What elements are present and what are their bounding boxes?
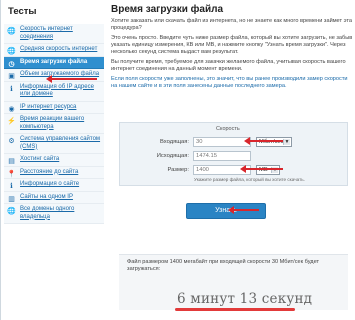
speed-legend: Скорость xyxy=(216,126,240,132)
size-unit-select[interactable]: MB ▼ xyxy=(256,165,280,175)
sidebar-item-label: Время реакции вашего компьютера xyxy=(20,116,85,130)
outgoing-label: Исходящая: xyxy=(156,153,189,159)
sidebar-item-label: IP интернет ресурса xyxy=(20,103,77,110)
sidebar-item-label: Расстояние до сайта xyxy=(20,168,79,175)
result-box: Файл размером 1400 мегабайт при входящей… xyxy=(119,254,348,311)
sidebar-item-label: Все домены одного владельца xyxy=(20,206,75,220)
sidebar-item-label: Система управления сайтом (CMS) xyxy=(20,136,101,150)
sidebar-item[interactable]: ⚡ Время реакции вашего компьютера xyxy=(4,114,104,134)
sidebar-item-label: Хостинг сайта xyxy=(20,156,60,162)
result-time: 6 минут 13 секунд xyxy=(177,291,313,307)
lightning-icon: ⚡ xyxy=(7,118,16,125)
sidebar-item[interactable]: 🌐 Средняя скорость интернет xyxy=(4,44,104,57)
outgoing-row: Исходящая: 1474.15 xyxy=(120,151,349,162)
incoming-speed-input[interactable]: 30 xyxy=(193,137,251,147)
highlight-underline xyxy=(175,308,295,311)
annotation-arrow-speed xyxy=(244,137,283,145)
sidebar-item-label: Информация о сайте xyxy=(20,181,80,187)
sidebar-item-label: Скорость интернет соединения xyxy=(20,26,73,40)
pin-icon: 📍 xyxy=(7,170,16,178)
intro-paragraph-2: Это очень просто. Введите чуть ниже разм… xyxy=(111,35,353,55)
sidebar-item[interactable]: ◷ Время загрузки файла xyxy=(4,56,104,69)
annotation-arrow-menu xyxy=(46,75,97,83)
intro-text: Хотите заказать или скачать файл из инте… xyxy=(111,18,353,90)
annotation-arrow-button xyxy=(228,206,259,214)
sidebar-item-label: Средняя скорость интернет xyxy=(20,46,98,52)
intro-paragraph-4: Если поля скорости уже заполнены, это зн… xyxy=(111,76,348,89)
page-title: Время загрузки файла xyxy=(111,4,224,15)
sidebar-item[interactable]: ▤ Хостинг сайта xyxy=(4,154,104,167)
chart-icon: ▥ xyxy=(8,195,15,203)
globe-icon: 🌐 xyxy=(7,28,16,35)
intro-paragraph-3: Вы получите время, требуемое для закачки… xyxy=(111,59,346,72)
sidebar: Тесты 🌐 Скорость интернет соединения 🌐 Сред… xyxy=(4,4,104,316)
info-icon: ℹ xyxy=(10,183,13,190)
sidebar-item[interactable]: 🌐 Скорость интернет соединения xyxy=(4,24,104,44)
sidebar-item[interactable]: ⚙ Система управления сайтом (CMS) xyxy=(4,134,104,154)
sidebar-item[interactable]: ℹ Информация о сайте xyxy=(4,179,104,192)
annotation-arrow-size xyxy=(240,165,283,173)
ip-icon: ◉ xyxy=(8,105,15,113)
size-label: Размер: xyxy=(167,167,189,173)
sidebar-item-label: Время загрузки файла xyxy=(20,58,88,65)
sidebar-item-label: Информация об IP адресе или домене xyxy=(20,83,94,98)
gear-icon: ⚙ xyxy=(8,138,15,145)
speed-form: Скорость Входящая: 30 Мбит/сек ▼ Исходящ… xyxy=(119,122,348,186)
main-content: Время загрузки файла Хотите заказать или… xyxy=(111,4,353,316)
box-icon: ▣ xyxy=(8,73,15,80)
globe-icon: 🌐 xyxy=(7,48,16,55)
result-text: Файл размером 1400 мегабайт при входящей… xyxy=(127,259,320,272)
sidebar-item[interactable]: ▥ Сайты на одном IP xyxy=(4,191,104,204)
sidebar-item[interactable]: ℹ Информация об IP адресе или домене xyxy=(4,81,104,102)
calculate-button[interactable]: Узнать xyxy=(186,203,266,219)
clock-icon: ◷ xyxy=(8,60,15,68)
intro-paragraph-1: Хотите заказать или скачать файл из инте… xyxy=(111,18,352,31)
speed-unit-select[interactable]: Мбит/сек ▼ xyxy=(256,137,292,147)
sidebar-item-label: Сайты на одном IP xyxy=(20,193,73,200)
incoming-row: Входящая: 30 Мбит/сек ▼ xyxy=(120,137,349,148)
globe-icon: 🌐 xyxy=(7,208,16,215)
outgoing-speed-input[interactable]: 1474.15 xyxy=(193,151,251,161)
sidebar-item[interactable]: 📍 Расстояние до сайта xyxy=(4,166,104,179)
chevron-down-icon: ▼ xyxy=(283,139,290,145)
form-note: Укажите размер файла, который вы хотите … xyxy=(194,177,305,182)
server-icon: ▤ xyxy=(8,158,15,165)
size-row: Размер: 1400 MB ▼ xyxy=(120,165,349,176)
incoming-label: Входящая: xyxy=(160,139,189,145)
sidebar-title: Тесты xyxy=(8,6,37,17)
info-icon: ℹ xyxy=(10,85,13,93)
sidebar-item[interactable]: 🌐 Все домены одного владельца xyxy=(4,204,104,224)
sidebar-item[interactable]: ◉ IP интернет ресурса xyxy=(4,101,104,114)
page-frame: Тесты 🌐 Скорость интернет соединения 🌐 Сред… xyxy=(0,0,355,320)
sidebar-menu: 🌐 Скорость интернет соединения 🌐 Средняя ск… xyxy=(4,24,104,224)
